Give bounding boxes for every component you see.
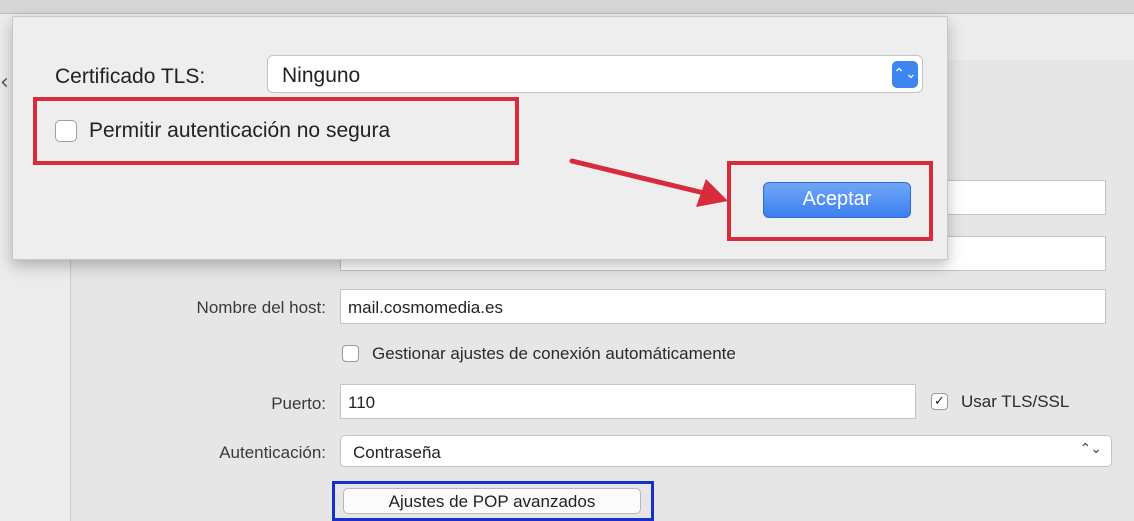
auto-manage-label: Gestionar ajustes de conexión automática… [372,344,736,363]
tls-certificate-label: Certificado TLS: [55,65,206,88]
use-tls-label: Usar TLS/SSL [961,392,1070,411]
back-chevron-icon[interactable]: ‹ [0,70,9,95]
red-arrow-icon [569,158,728,207]
accept-button[interactable]: Aceptar [763,182,911,218]
window-toolbar [0,0,1134,14]
auth-label: Autenticación: [219,443,326,462]
port-field[interactable]: 110 [340,384,916,419]
tls-certificate-select[interactable]: Ninguno ⌃⌄ [267,55,923,93]
select-arrows-icon: ⌃⌄ [1079,441,1102,457]
highlight-box-blue [332,481,654,521]
highlight-box-red [33,97,519,165]
use-tls-checkbox[interactable]: ✓ [931,393,948,410]
port-label: Puerto: [271,394,326,413]
auth-select[interactable]: Contraseña ⌃⌄ [340,435,1112,467]
host-field[interactable]: mail.cosmomedia.es [340,289,1106,324]
tls-dialog: Certificado TLS: Ninguno ⌃⌄ Permitir aut… [12,16,948,260]
select-arrows-icon[interactable]: ⌃⌄ [892,61,918,88]
auth-select-value: Contraseña [353,443,441,462]
auto-manage-checkbox[interactable] [342,345,359,362]
host-label: Nombre del host: [196,298,326,317]
tls-certificate-value: Ninguno [282,64,361,87]
